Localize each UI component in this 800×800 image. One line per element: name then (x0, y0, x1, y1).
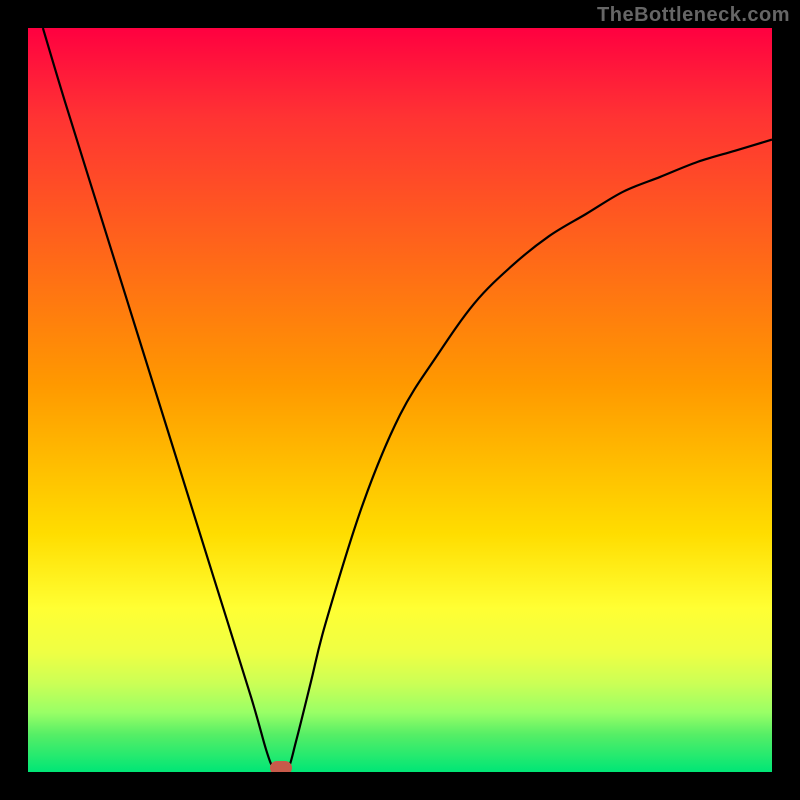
bottleneck-curve (28, 28, 772, 772)
watermark-text: TheBottleneck.com (597, 4, 790, 27)
chart-frame: TheBottleneck.com (0, 0, 800, 800)
minimum-marker (270, 761, 292, 772)
plot-area (28, 28, 772, 772)
